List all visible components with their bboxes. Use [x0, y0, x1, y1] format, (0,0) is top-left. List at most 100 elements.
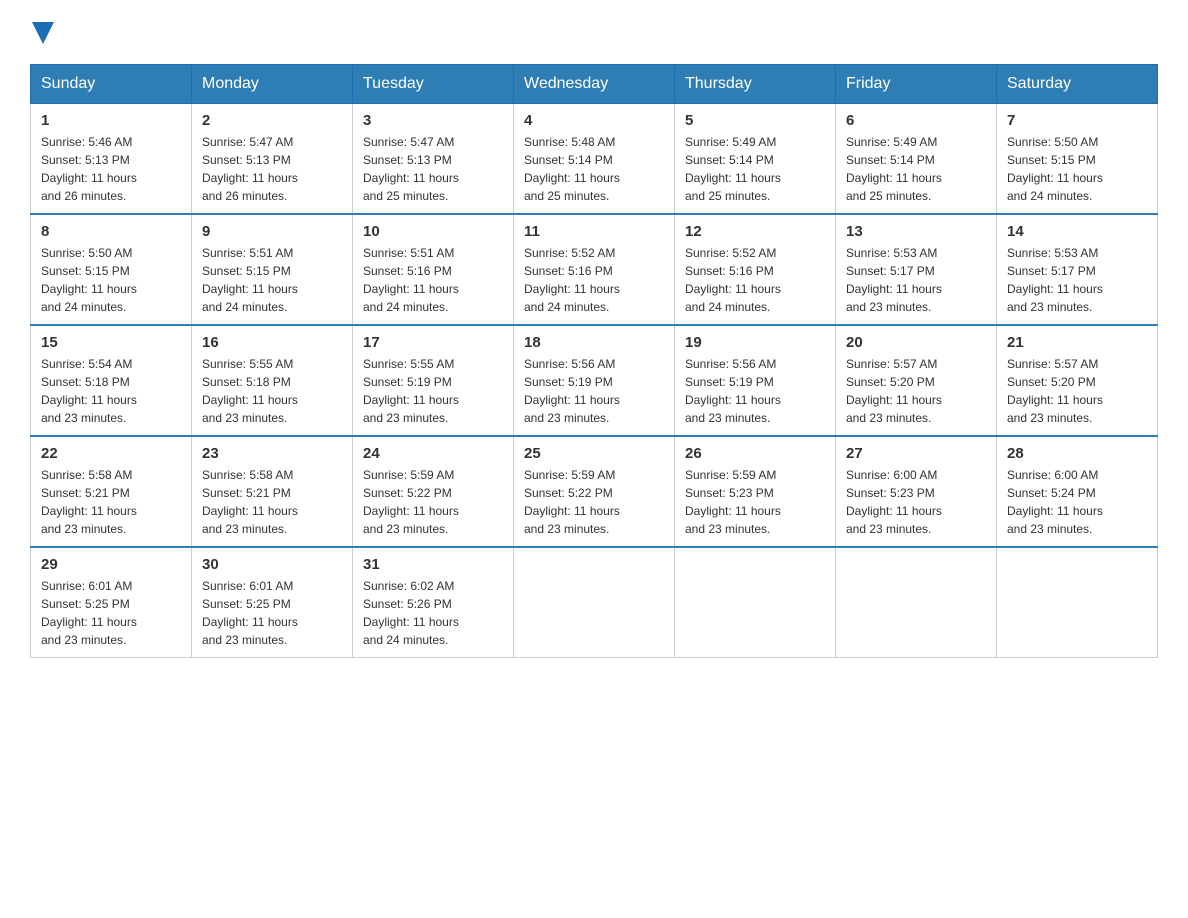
day-number: 7	[1007, 112, 1147, 129]
day-number: 31	[363, 556, 503, 573]
day-number: 9	[202, 223, 342, 240]
calendar-cell: 28 Sunrise: 6:00 AMSunset: 5:24 PMDayligh…	[997, 436, 1158, 547]
day-info: Sunrise: 5:53 AMSunset: 5:17 PMDaylight:…	[1007, 244, 1147, 316]
calendar-cell: 8 Sunrise: 5:50 AMSunset: 5:15 PMDaylight…	[31, 214, 192, 325]
day-number: 12	[685, 223, 825, 240]
day-info: Sunrise: 5:47 AMSunset: 5:13 PMDaylight:…	[202, 133, 342, 205]
calendar-table: SundayMondayTuesdayWednesdayThursdayFrid…	[30, 64, 1158, 658]
calendar-cell	[997, 547, 1158, 658]
calendar-cell: 2 Sunrise: 5:47 AMSunset: 5:13 PMDaylight…	[192, 104, 353, 215]
day-of-week-header: Wednesday	[514, 65, 675, 104]
calendar-cell: 18 Sunrise: 5:56 AMSunset: 5:19 PMDayligh…	[514, 325, 675, 436]
calendar-cell	[514, 547, 675, 658]
day-number: 10	[363, 223, 503, 240]
day-of-week-header: Saturday	[997, 65, 1158, 104]
day-info: Sunrise: 5:57 AMSunset: 5:20 PMDaylight:…	[1007, 355, 1147, 427]
calendar-cell: 11 Sunrise: 5:52 AMSunset: 5:16 PMDayligh…	[514, 214, 675, 325]
calendar-cell: 14Sunrise: 5:53 AMSunset: 5:17 PMDayligh…	[997, 214, 1158, 325]
day-number: 13	[846, 223, 986, 240]
day-number: 5	[685, 112, 825, 129]
day-info: Sunrise: 5:56 AMSunset: 5:19 PMDaylight:…	[685, 355, 825, 427]
logo	[30, 20, 54, 44]
day-number: 11	[524, 223, 664, 240]
day-of-week-header: Thursday	[675, 65, 836, 104]
day-number: 29	[41, 556, 181, 573]
calendar-cell: 26 Sunrise: 5:59 AMSunset: 5:23 PMDayligh…	[675, 436, 836, 547]
calendar-cell: 3Sunrise: 5:47 AMSunset: 5:13 PMDaylight…	[353, 104, 514, 215]
calendar-cell: 17Sunrise: 5:55 AMSunset: 5:19 PMDayligh…	[353, 325, 514, 436]
day-number: 16	[202, 334, 342, 351]
day-of-week-header: Friday	[836, 65, 997, 104]
calendar-week-row: 15Sunrise: 5:54 AMSunset: 5:18 PMDayligh…	[31, 325, 1158, 436]
day-info: Sunrise: 5:50 AMSunset: 5:15 PMDaylight:…	[41, 244, 181, 316]
day-info: Sunrise: 5:46 AMSunset: 5:13 PMDaylight:…	[41, 133, 181, 205]
day-info: Sunrise: 6:01 AMSunset: 5:25 PMDaylight:…	[41, 577, 181, 649]
calendar-week-row: 29 Sunrise: 6:01 AMSunset: 5:25 PMDayligh…	[31, 547, 1158, 658]
calendar-cell: 27 Sunrise: 6:00 AMSunset: 5:23 PMDayligh…	[836, 436, 997, 547]
calendar-cell: 9Sunrise: 5:51 AMSunset: 5:15 PMDaylight…	[192, 214, 353, 325]
calendar-cell: 12 Sunrise: 5:52 AMSunset: 5:16 PMDayligh…	[675, 214, 836, 325]
calendar-week-row: 1 Sunrise: 5:46 AMSunset: 5:13 PMDaylight…	[31, 104, 1158, 215]
calendar-cell: 21 Sunrise: 5:57 AMSunset: 5:20 PMDayligh…	[997, 325, 1158, 436]
day-number: 25	[524, 445, 664, 462]
calendar-cell: 25 Sunrise: 5:59 AMSunset: 5:22 PMDayligh…	[514, 436, 675, 547]
day-info: Sunrise: 5:48 AMSunset: 5:14 PMDaylight:…	[524, 133, 664, 205]
calendar-week-row: 22 Sunrise: 5:58 AMSunset: 5:21 PMDayligh…	[31, 436, 1158, 547]
page-header	[30, 20, 1158, 44]
calendar-cell: 23 Sunrise: 5:58 AMSunset: 5:21 PMDayligh…	[192, 436, 353, 547]
calendar-cell: 15Sunrise: 5:54 AMSunset: 5:18 PMDayligh…	[31, 325, 192, 436]
day-number: 2	[202, 112, 342, 129]
day-info: Sunrise: 5:55 AMSunset: 5:18 PMDaylight:…	[202, 355, 342, 427]
calendar-cell: 1 Sunrise: 5:46 AMSunset: 5:13 PMDaylight…	[31, 104, 192, 215]
day-number: 18	[524, 334, 664, 351]
day-info: Sunrise: 5:58 AMSunset: 5:21 PMDaylight:…	[41, 466, 181, 538]
day-of-week-header: Tuesday	[353, 65, 514, 104]
day-info: Sunrise: 5:52 AMSunset: 5:16 PMDaylight:…	[685, 244, 825, 316]
day-info: Sunrise: 5:52 AMSunset: 5:16 PMDaylight:…	[524, 244, 664, 316]
day-number: 21	[1007, 334, 1147, 351]
calendar-cell: 30 Sunrise: 6:01 AMSunset: 5:25 PMDayligh…	[192, 547, 353, 658]
day-number: 26	[685, 445, 825, 462]
day-info: Sunrise: 6:00 AMSunset: 5:24 PMDaylight:…	[1007, 466, 1147, 538]
day-info: Sunrise: 5:58 AMSunset: 5:21 PMDaylight:…	[202, 466, 342, 538]
calendar-cell: 6Sunrise: 5:49 AMSunset: 5:14 PMDaylight…	[836, 104, 997, 215]
day-of-week-header: Sunday	[31, 65, 192, 104]
day-info: Sunrise: 5:47 AMSunset: 5:13 PMDaylight:…	[363, 133, 503, 205]
day-info: Sunrise: 5:54 AMSunset: 5:18 PMDaylight:…	[41, 355, 181, 427]
calendar-cell: 24 Sunrise: 5:59 AMSunset: 5:22 PMDayligh…	[353, 436, 514, 547]
calendar-cell: 10 Sunrise: 5:51 AMSunset: 5:16 PMDayligh…	[353, 214, 514, 325]
calendar-cell: 29 Sunrise: 6:01 AMSunset: 5:25 PMDayligh…	[31, 547, 192, 658]
day-number: 20	[846, 334, 986, 351]
day-info: Sunrise: 5:53 AMSunset: 5:17 PMDaylight:…	[846, 244, 986, 316]
day-info: Sunrise: 6:01 AMSunset: 5:25 PMDaylight:…	[202, 577, 342, 649]
day-info: Sunrise: 5:59 AMSunset: 5:22 PMDaylight:…	[363, 466, 503, 538]
day-info: Sunrise: 5:59 AMSunset: 5:23 PMDaylight:…	[685, 466, 825, 538]
calendar-cell	[836, 547, 997, 658]
day-number: 30	[202, 556, 342, 573]
day-number: 27	[846, 445, 986, 462]
calendar-cell: 22 Sunrise: 5:58 AMSunset: 5:21 PMDayligh…	[31, 436, 192, 547]
day-info: Sunrise: 5:49 AMSunset: 5:14 PMDaylight:…	[846, 133, 986, 205]
logo-triangle-icon	[32, 22, 54, 44]
day-number: 24	[363, 445, 503, 462]
day-number: 28	[1007, 445, 1147, 462]
day-info: Sunrise: 5:51 AMSunset: 5:16 PMDaylight:…	[363, 244, 503, 316]
calendar-cell: 13 Sunrise: 5:53 AMSunset: 5:17 PMDayligh…	[836, 214, 997, 325]
day-info: Sunrise: 5:57 AMSunset: 5:20 PMDaylight:…	[846, 355, 986, 427]
day-number: 23	[202, 445, 342, 462]
day-number: 4	[524, 112, 664, 129]
day-number: 1	[41, 112, 181, 129]
calendar-cell: 19 Sunrise: 5:56 AMSunset: 5:19 PMDayligh…	[675, 325, 836, 436]
day-info: Sunrise: 5:49 AMSunset: 5:14 PMDaylight:…	[685, 133, 825, 205]
day-number: 8	[41, 223, 181, 240]
day-info: Sunrise: 6:00 AMSunset: 5:23 PMDaylight:…	[846, 466, 986, 538]
day-of-week-header: Monday	[192, 65, 353, 104]
day-info: Sunrise: 5:56 AMSunset: 5:19 PMDaylight:…	[524, 355, 664, 427]
calendar-cell: 7Sunrise: 5:50 AMSunset: 5:15 PMDaylight…	[997, 104, 1158, 215]
day-number: 17	[363, 334, 503, 351]
calendar-cell: 4 Sunrise: 5:48 AMSunset: 5:14 PMDaylight…	[514, 104, 675, 215]
day-number: 19	[685, 334, 825, 351]
day-number: 22	[41, 445, 181, 462]
day-info: Sunrise: 5:59 AMSunset: 5:22 PMDaylight:…	[524, 466, 664, 538]
calendar-header-row: SundayMondayTuesdayWednesdayThursdayFrid…	[31, 65, 1158, 104]
